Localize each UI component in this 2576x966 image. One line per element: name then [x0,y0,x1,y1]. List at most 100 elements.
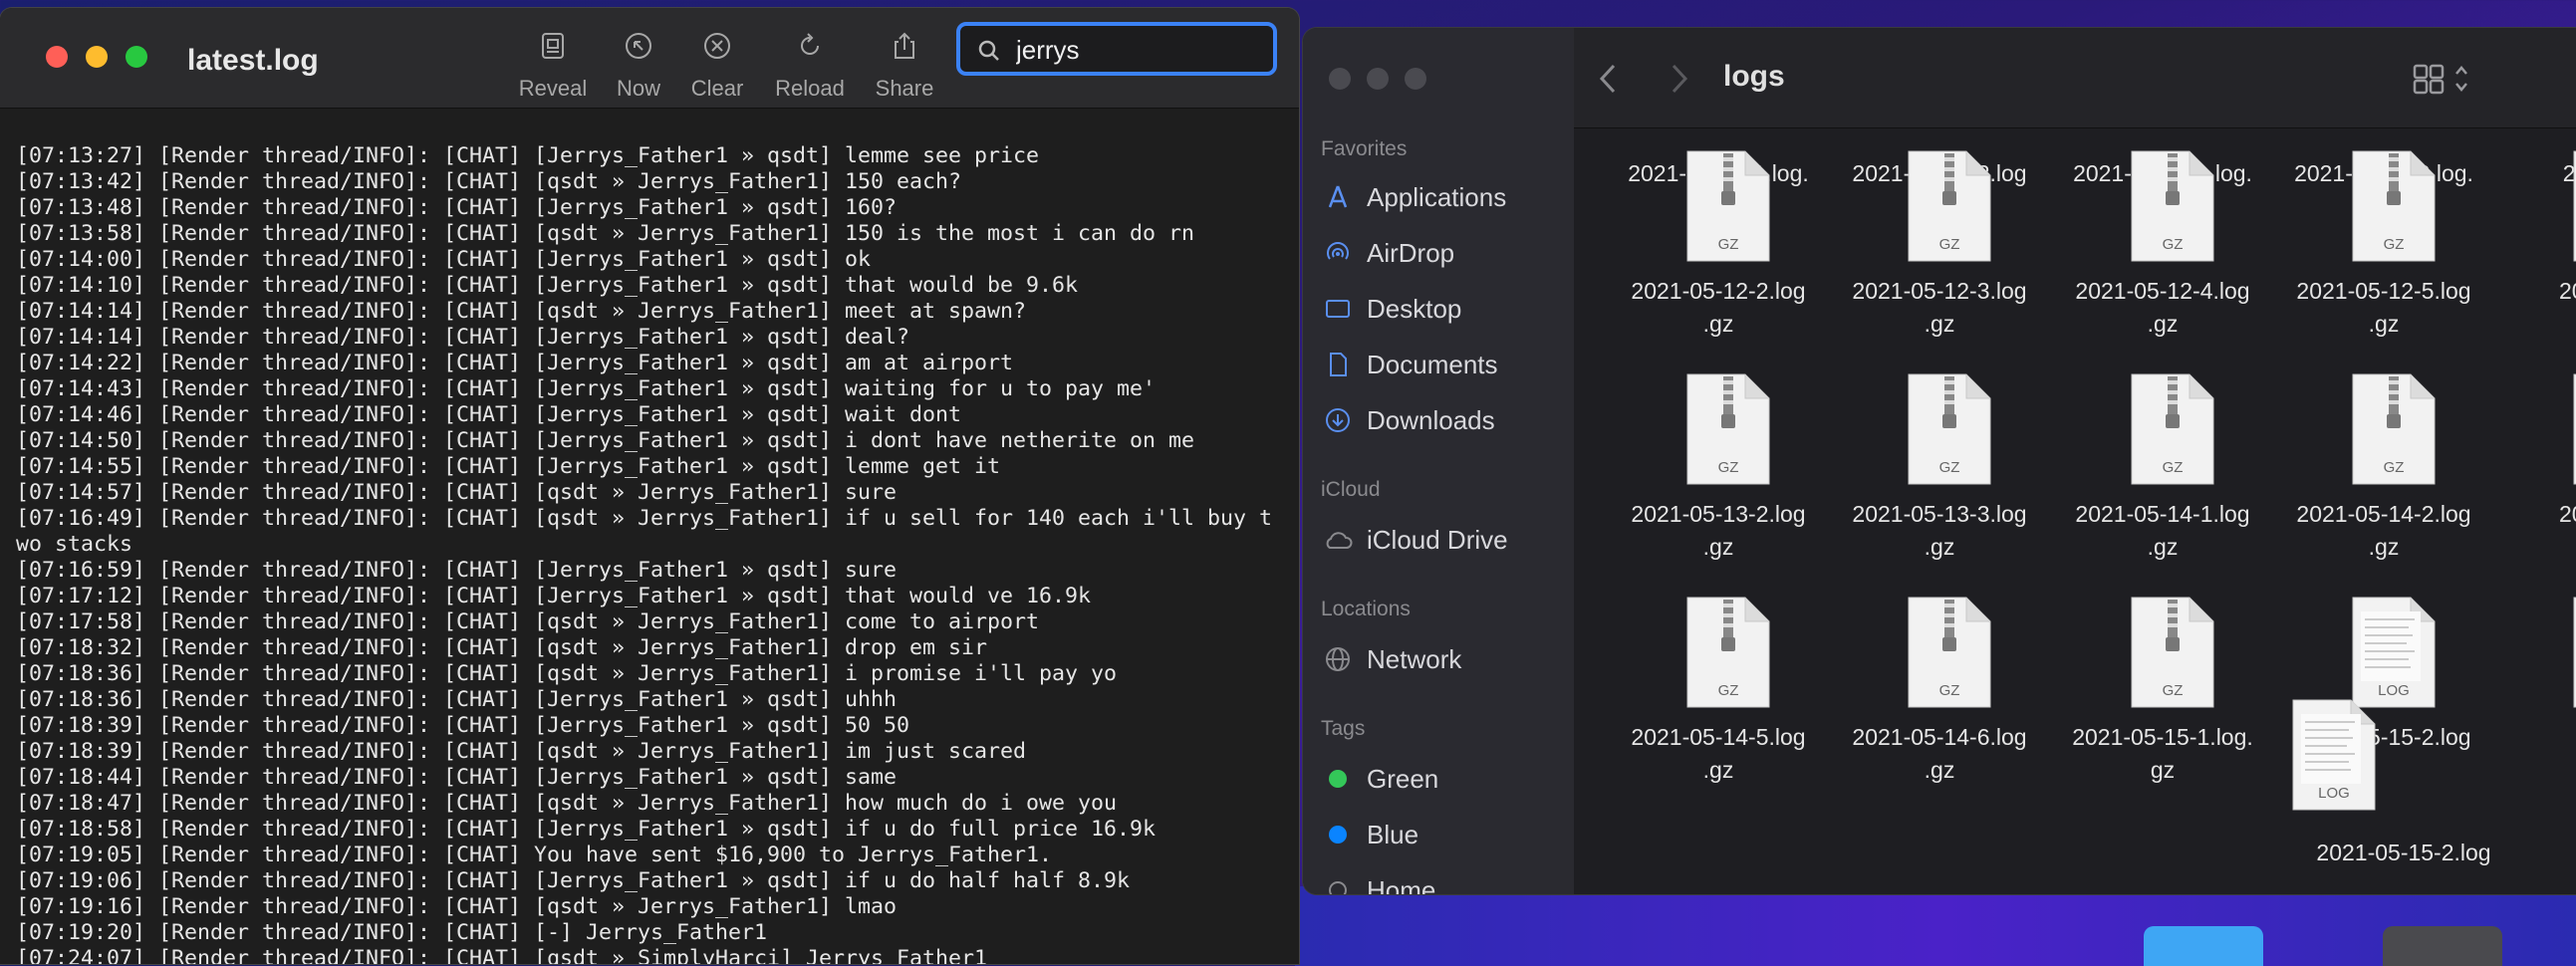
file-name[interactable]: 2021-05-12-4.log .gz [2048,275,2277,341]
log-line: [07:16:49] [Render thread/INFO]: [CHAT] … [16,506,1273,557]
back-arrow-icon[interactable] [1594,62,1622,96]
file-type-badge: GZ [1718,682,1739,699]
home-tag-dot-icon [1329,881,1347,894]
log-line: [07:13:48] [Render thread/INFO]: [CHAT] … [16,195,898,220]
log-line: [07:14:14] [Render thread/INFO]: [CHAT] … [16,325,910,350]
log-line: [07:14:43] [Render thread/INFO]: [CHAT] … [16,376,1157,401]
log-file-icon: LOG [2352,597,2436,708]
reload-label: Reload [775,76,845,101]
sidebar-section-tags: Tags [1321,717,1366,740]
desktop-icon [1321,295,1355,323]
sidebar-tag-green[interactable]: Green [1321,759,1438,799]
gz-archive-icon: GZ [2573,373,2576,485]
document-icon [1321,351,1355,378]
file-name[interactable]: lates [2490,721,2576,754]
sidebar-tag-blue[interactable]: Blue [1321,815,1418,854]
log-line: [07:14:10] [Render thread/INFO]: [CHAT] … [16,273,1079,298]
gz-archive-icon: GZ [2131,373,2214,485]
file-name[interactable]: 2021-05-14-2.log .gz [2269,498,2498,564]
log-line: [07:18:32] [Render thread/INFO]: [CHAT] … [16,635,988,660]
file-type-badge: GZ [2384,236,2405,253]
file-type-badge: GZ [1939,236,1960,253]
log-line: [07:14:50] [Render thread/INFO]: [CHAT] … [16,428,1195,453]
file-type-badge: GZ [1718,459,1739,476]
gz-archive-icon: GZ [1908,373,1991,485]
log-line: [07:14:22] [Render thread/INFO]: [CHAT] … [16,351,1014,375]
log-line: [07:18:36] [Render thread/INFO]: [CHAT] … [16,661,1118,686]
sidebar-item-label: Network [1367,643,1462,674]
sidebar-item-network[interactable]: Network [1321,639,1461,679]
log-line: [07:16:59] [Render thread/INFO]: [CHAT] … [16,558,898,583]
now-button[interactable]: Now [594,30,683,102]
share-button[interactable]: Share [860,30,949,102]
gz-archive-icon: GZ [1686,597,1770,708]
log-line: [07:14:14] [Render thread/INFO]: [CHAT] … [16,299,1027,324]
sidebar-item-documents[interactable]: Documents [1321,345,1498,384]
reveal-label: Reveal [518,76,588,101]
file-grid[interactable]: 2021-05-10-1.log. gz2021-05-10-2.log .gz… [1574,127,2576,894]
log-line: [07:18:39] [Render thread/INFO]: [CHAT] … [16,713,910,738]
file-name[interactable]: 2021-05-15-1.log. gz [2048,721,2277,787]
reveal-button[interactable]: Reveal [508,30,598,102]
now-label: Now [616,76,660,101]
log-line: [07:24:07] [Render thread/INFO]: [CHAT] … [16,946,988,964]
file-type-badge: GZ [2163,682,2184,699]
log-output[interactable]: [07:13:27] [Render thread/INFO]: [CHAT] … [0,108,1299,964]
gz-archive-icon: GZ [1686,373,1770,485]
gz-archive-icon: GZ [2352,150,2436,262]
log-line: [07:17:58] [Render thread/INFO]: [CHAT] … [16,609,1040,634]
minimize-window-button[interactable] [86,46,108,68]
search-field[interactable] [956,22,1277,76]
file-type-badge: GZ [1939,459,1960,476]
log-line: [07:14:57] [Render thread/INFO]: [CHAT] … [16,480,898,505]
file-type-badge: GZ [2384,459,2405,476]
grid-view-icon[interactable] [2411,62,2480,96]
file-name[interactable]: 2021-05 [2490,157,2576,190]
file-name[interactable]: 2021-05-14-1.log .gz [2048,498,2277,564]
file-name[interactable]: 2021-05- .g [2490,498,2576,564]
file-name[interactable]: 2021-05-12-5.log .gz [2269,275,2498,341]
sidebar-item-label: Documents [1367,349,1498,379]
sidebar-item-downloads[interactable]: Downloads [1321,400,1495,440]
file-name[interactable]: 2021-05-13-3.log .gz [1825,498,2054,564]
search-input[interactable] [1014,32,1267,68]
zoom-window-button[interactable] [1405,68,1426,90]
zoom-window-button[interactable] [126,46,147,68]
file-name[interactable]: 2021-05-12-3.log .gz [1825,275,2054,341]
reveal-icon [542,33,564,59]
window-title: latest.log [187,44,319,77]
minimize-window-button[interactable] [1367,68,1389,90]
sidebar-item-icloud-drive[interactable]: iCloud Drive [1321,520,1508,560]
file-name[interactable]: 2021-05-14-6.log .gz [1825,721,2054,787]
sidebar-item-applications[interactable]: Applications [1321,177,1506,217]
file-name[interactable]: 2021-05-12-2.log .gz [1604,275,1833,341]
file-type-badge: LOG [2378,682,2410,699]
console-toolbar: latest.log Reveal Now Clear Reload Share [0,8,1299,109]
file-name[interactable]: 2021-05- .g [2490,275,2576,341]
gz-archive-icon: GZ [1908,150,1991,262]
dock-folder-icon[interactable] [2144,926,2263,966]
sidebar-item-airdrop[interactable]: AirDrop [1321,233,1454,273]
close-window-button[interactable] [46,46,68,68]
finder-sidebar: Favorites Applications AirDrop Desktop D… [1303,28,1574,894]
file-name[interactable]: 2021-05-14-5.log .gz [1604,721,1833,787]
globe-icon [1321,645,1355,673]
blue-tag-dot-icon [1329,826,1347,844]
sidebar-section-locations: Locations [1321,598,1411,620]
sidebar-item-label: Downloads [1367,404,1495,435]
sidebar-tag-home[interactable]: Home [1321,870,1435,894]
dock-app-icon[interactable] [2383,926,2502,966]
finder-window-title: logs [1723,60,1785,93]
log-line: [07:18:58] [Render thread/INFO]: [CHAT] … [16,817,1157,842]
gz-archive-icon: GZ [2573,150,2576,262]
log-line: [07:14:00] [Render thread/INFO]: [CHAT] … [16,247,872,272]
clear-button[interactable]: Clear [672,30,762,102]
forward-arrow-icon[interactable] [1666,62,1693,96]
close-window-button[interactable] [1329,68,1351,90]
reload-button[interactable]: Reload [765,30,855,102]
file-name[interactable]: 2021-05-13-2.log .gz [1604,498,1833,564]
sidebar-item-desktop[interactable]: Desktop [1321,289,1461,329]
gz-archive-icon: GZ [2352,373,2436,485]
downloads-icon [1321,406,1355,434]
sidebar-item-label: AirDrop [1367,237,1455,268]
